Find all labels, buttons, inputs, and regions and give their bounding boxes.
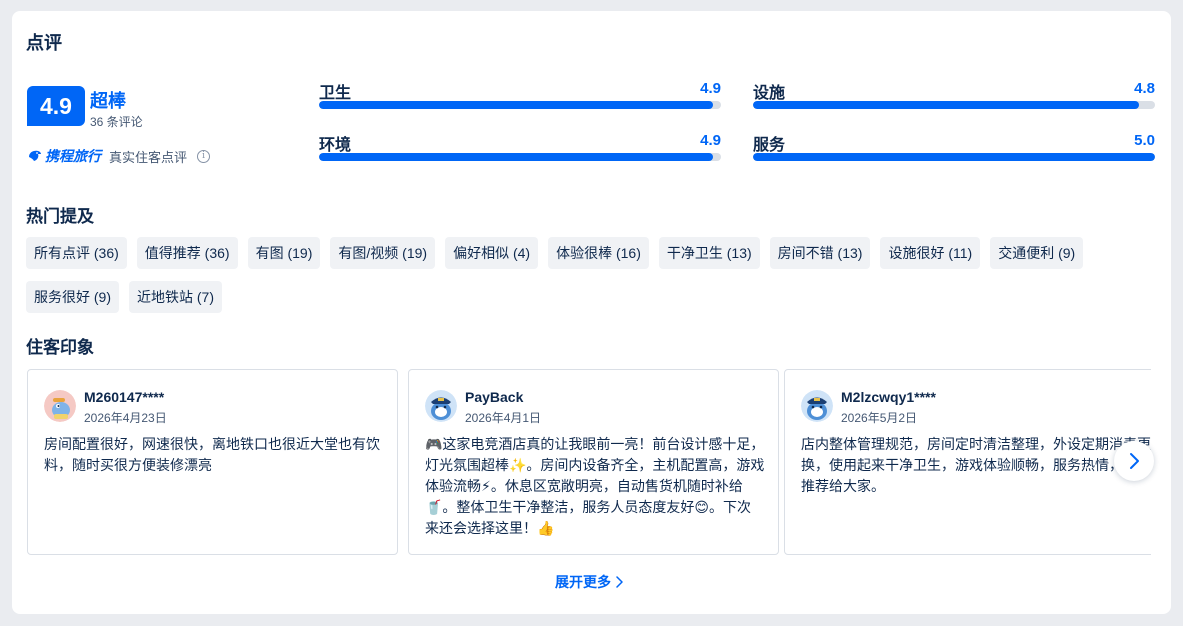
review-date: 2026年5月2日 — [841, 411, 918, 425]
rating-bar-fill — [753, 101, 1139, 109]
tag-convenient-transport[interactable]: 交通便利 (9) — [990, 237, 1084, 269]
tag-recommended[interactable]: 值得推荐 (36) — [136, 237, 238, 269]
hot-mentions-title: 热门提及 — [26, 207, 94, 226]
reviews-card: 点评 4.9 超棒 36 条评论 携程旅行 真实住客点评 i 卫生 4.9 设施… — [12, 11, 1171, 614]
rating-value: 5.0 — [1134, 132, 1155, 149]
carousel-next-button[interactable] — [1114, 441, 1154, 481]
rating-label: 环境 — [319, 137, 352, 154]
rating-bar-track — [319, 101, 721, 109]
rating-value: 4.8 — [1134, 80, 1155, 97]
overall-score-badge: 4.9 — [27, 86, 85, 126]
avatar — [44, 390, 76, 422]
brand-name: 携程旅行 — [45, 148, 101, 164]
tag-good-room[interactable]: 房间不错 (13) — [769, 237, 871, 269]
review-card[interactable]: M2lzcwqy1**** 2026年5月2日 店内整体管理规范，房间定时清洁整… — [784, 369, 1151, 555]
brand-dolphin-icon — [29, 150, 41, 161]
chevron-right-icon — [616, 576, 623, 588]
brand-row: 携程旅行 真实住客点评 i — [27, 146, 211, 166]
review-count: 36 条评论 — [90, 115, 143, 129]
tag-good-service[interactable]: 服务很好 (9) — [26, 281, 119, 313]
rating-value: 4.9 — [700, 80, 721, 97]
tag-good-facilities[interactable]: 设施很好 (11) — [880, 237, 981, 269]
tag-with-photos-video[interactable]: 有图/视频 (19) — [330, 237, 436, 269]
review-date: 2026年4月1日 — [465, 411, 542, 425]
expand-more-link[interactable]: 展开更多 — [555, 572, 623, 592]
dolphin-avatar-icon — [44, 390, 76, 422]
review-text: 🎮这家电竞酒店真的让我眼前一亮！前台设计感十足，灯光氛围超棒✨。房间内设备齐全，… — [425, 436, 765, 536]
tag-great-experience[interactable]: 体验很棒 (16) — [548, 237, 649, 269]
section-title: 点评 — [26, 33, 62, 53]
rating-value: 4.9 — [700, 132, 721, 149]
rating-label: 设施 — [753, 85, 786, 102]
brand-logo: 携程旅行 — [27, 146, 101, 166]
rating-bar-track — [753, 101, 1155, 109]
impressions-title: 住客印象 — [26, 338, 94, 357]
tag-near-metro[interactable]: 近地铁站 (7) — [129, 281, 222, 313]
review-carousel: M260147**** 2026年4月23日 房间配置很好，网速很快，离地铁口也… — [27, 369, 1151, 555]
review-card[interactable]: M260147**** 2026年4月23日 房间配置很好，网速很快，离地铁口也… — [27, 369, 398, 555]
review-text: 店内整体管理规范，房间定时清洁整理，外设定期消毒更换，使用起来干净卫生，游戏体验… — [801, 436, 1151, 494]
tag-similar-preference[interactable]: 偏好相似 (4) — [445, 237, 539, 269]
brand-note: 真实住客点评 — [109, 149, 188, 165]
avatar — [801, 390, 833, 422]
tag-with-photos[interactable]: 有图 (19) — [247, 237, 321, 269]
rating-bar-track — [753, 153, 1155, 161]
rating-label: 服务 — [753, 137, 786, 154]
reviewer-name[interactable]: M260147**** — [84, 389, 164, 405]
chevron-right-icon — [1130, 453, 1139, 469]
review-text: 房间配置很好，网速很快，离地铁口也很近大堂也有饮料，随时买很方便装修漂亮 — [44, 436, 380, 473]
rating-bar-track — [319, 153, 721, 161]
dolphin-avatar-icon — [425, 390, 457, 422]
avatar — [425, 390, 457, 422]
rating-bar-fill — [319, 101, 713, 109]
rating-bar-fill — [319, 153, 713, 161]
reviewer-name[interactable]: PayBack — [465, 389, 523, 405]
info-icon[interactable]: i — [197, 149, 211, 163]
tag-clean[interactable]: 干净卫生 (13) — [658, 237, 760, 269]
review-date: 2026年4月23日 — [84, 411, 167, 425]
score-word: 超棒 — [90, 91, 126, 111]
tag-list: 所有点评 (36) 值得推荐 (36) 有图 (19) 有图/视频 (19) 偏… — [26, 237, 1106, 313]
reviewer-name[interactable]: M2lzcwqy1**** — [841, 389, 936, 405]
rating-bar-fill — [753, 153, 1155, 161]
dolphin-avatar-icon — [801, 390, 833, 422]
expand-more-label: 展开更多 — [555, 574, 611, 590]
review-card[interactable]: PayBack 2026年4月1日 🎮这家电竞酒店真的让我眼前一亮！前台设计感十… — [408, 369, 779, 555]
rating-label: 卫生 — [319, 85, 352, 102]
tag-all-reviews[interactable]: 所有点评 (36) — [26, 237, 127, 269]
